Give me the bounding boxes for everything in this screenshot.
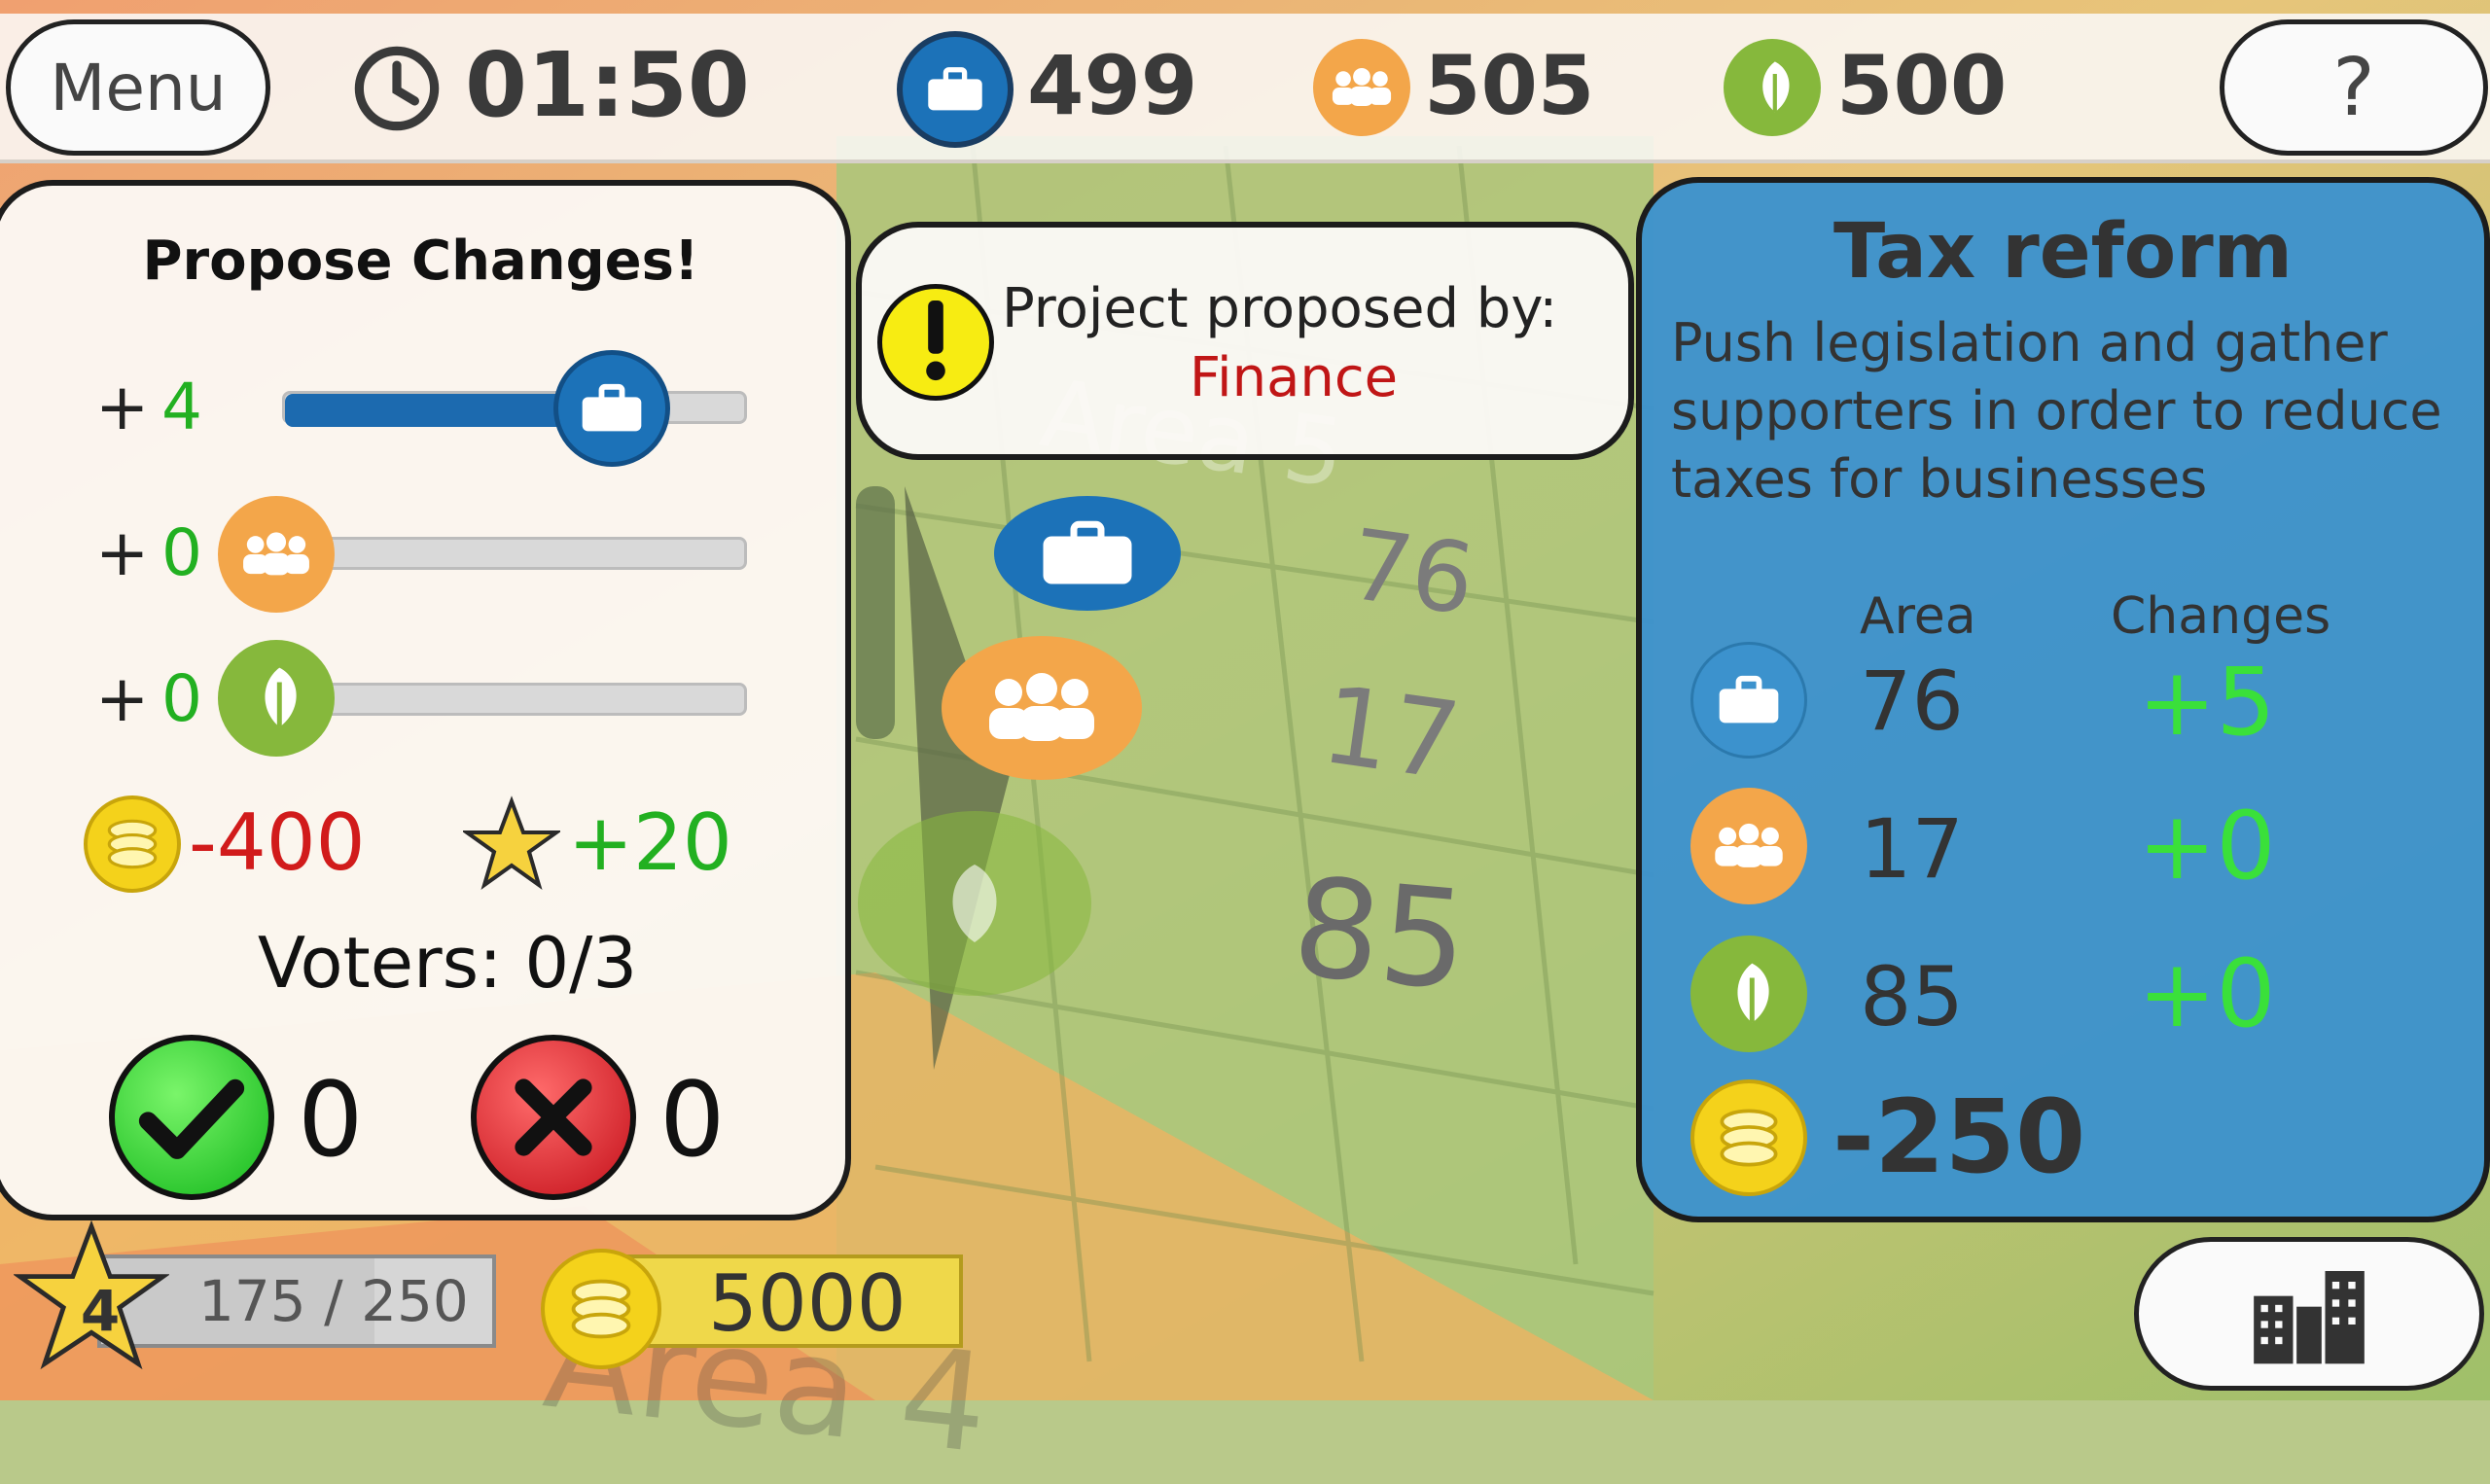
policy-environment-area: 85 <box>1860 949 1964 1044</box>
briefcase-icon <box>583 383 642 432</box>
help-button[interactable]: ? <box>2220 19 2488 156</box>
vote-no-button[interactable] <box>471 1035 636 1200</box>
vote-yes-count: 0 <box>298 1060 364 1180</box>
people-change-sign: + <box>95 515 150 590</box>
policy-business-icon <box>1690 642 1807 759</box>
business-stat-value: 499 <box>1027 38 1198 133</box>
clock-icon <box>354 46 440 131</box>
column-header-area: Area <box>1860 587 1976 646</box>
people-change-value: 0 <box>161 515 202 590</box>
vote-no-count: 0 <box>659 1060 726 1180</box>
xp-progress-text: 175 / 250 <box>198 1268 469 1334</box>
policy-title: Tax reform <box>1833 208 2293 296</box>
close-icon <box>515 1078 592 1156</box>
people-icon <box>1332 67 1392 106</box>
policy-people-change: +0 <box>2138 792 2276 901</box>
business-change-sign: + <box>95 370 150 444</box>
column-header-changes: Changes <box>2111 587 2331 646</box>
propose-title: Propose Changes! <box>142 230 699 293</box>
warning-icon <box>877 284 994 401</box>
coins-total: 5000 <box>708 1258 907 1349</box>
coin-icon <box>541 1249 661 1369</box>
star-icon <box>463 795 560 890</box>
environment-change-sign: + <box>95 661 150 736</box>
leaf-icon <box>952 865 997 942</box>
policy-environment-icon <box>1690 936 1807 1052</box>
leaf-icon <box>1737 963 1769 1023</box>
project-heading: Project proposed by: <box>1002 277 1558 340</box>
timer: 01:50 <box>465 33 750 137</box>
people-stat-icon <box>1313 39 1410 136</box>
leaf-icon <box>1762 61 1790 113</box>
business-change-value: 4 <box>161 370 202 444</box>
policy-environment-change: +0 <box>2138 939 2276 1048</box>
environment-stat-value: 500 <box>1836 38 2008 133</box>
policy-people-icon <box>1690 788 1807 904</box>
business-slider[interactable] <box>282 391 747 427</box>
map-people-marker[interactable] <box>942 636 1142 780</box>
map-area-business-value: 76 <box>1342 507 1481 638</box>
policy-people-area: 17 <box>1860 801 1964 897</box>
project-proposer: Finance <box>1189 346 1399 409</box>
briefcase-icon <box>1043 520 1132 584</box>
policy-business-change: +5 <box>2138 648 2276 757</box>
environment-slider-handle[interactable] <box>218 640 335 757</box>
people-icon <box>243 532 309 576</box>
buildings-button[interactable] <box>2134 1237 2484 1391</box>
people-icon <box>989 673 1094 741</box>
map-area-people-value: 17 <box>1314 661 1468 805</box>
proposal-cost: -400 <box>189 797 366 888</box>
policy-cost: -250 <box>1832 1078 2086 1196</box>
people-slider-handle[interactable] <box>218 496 335 613</box>
environment-slider[interactable] <box>282 683 747 716</box>
policy-business-area: 76 <box>1860 654 1964 749</box>
coin-icon <box>84 795 181 893</box>
vote-yes-button[interactable] <box>109 1035 274 1200</box>
briefcase-icon <box>928 67 982 111</box>
coin-icon <box>1690 1079 1807 1196</box>
checkmark-icon <box>138 1078 245 1159</box>
policy-description: Push legislation and gather supporters i… <box>1671 312 2442 510</box>
briefcase-icon <box>1719 675 1779 724</box>
environment-change-value: 0 <box>161 661 202 736</box>
environment-stat-icon <box>1724 39 1821 136</box>
people-stat-value: 505 <box>1424 38 1595 133</box>
menu-button[interactable]: Menu <box>6 19 270 156</box>
player-level: 4 <box>80 1278 121 1344</box>
proposal-stars: +20 <box>568 797 732 888</box>
leaf-icon <box>265 667 297 727</box>
map-area-environment-value: 85 <box>1287 848 1474 1022</box>
business-slider-handle[interactable] <box>553 350 671 467</box>
buildings-icon <box>2254 1271 2365 1364</box>
people-icon <box>1715 823 1783 867</box>
business-stat-icon <box>897 31 1014 148</box>
people-slider[interactable] <box>282 537 747 570</box>
map-business-marker[interactable] <box>994 496 1181 611</box>
voters-count: Voters: 0/3 <box>257 922 638 1004</box>
